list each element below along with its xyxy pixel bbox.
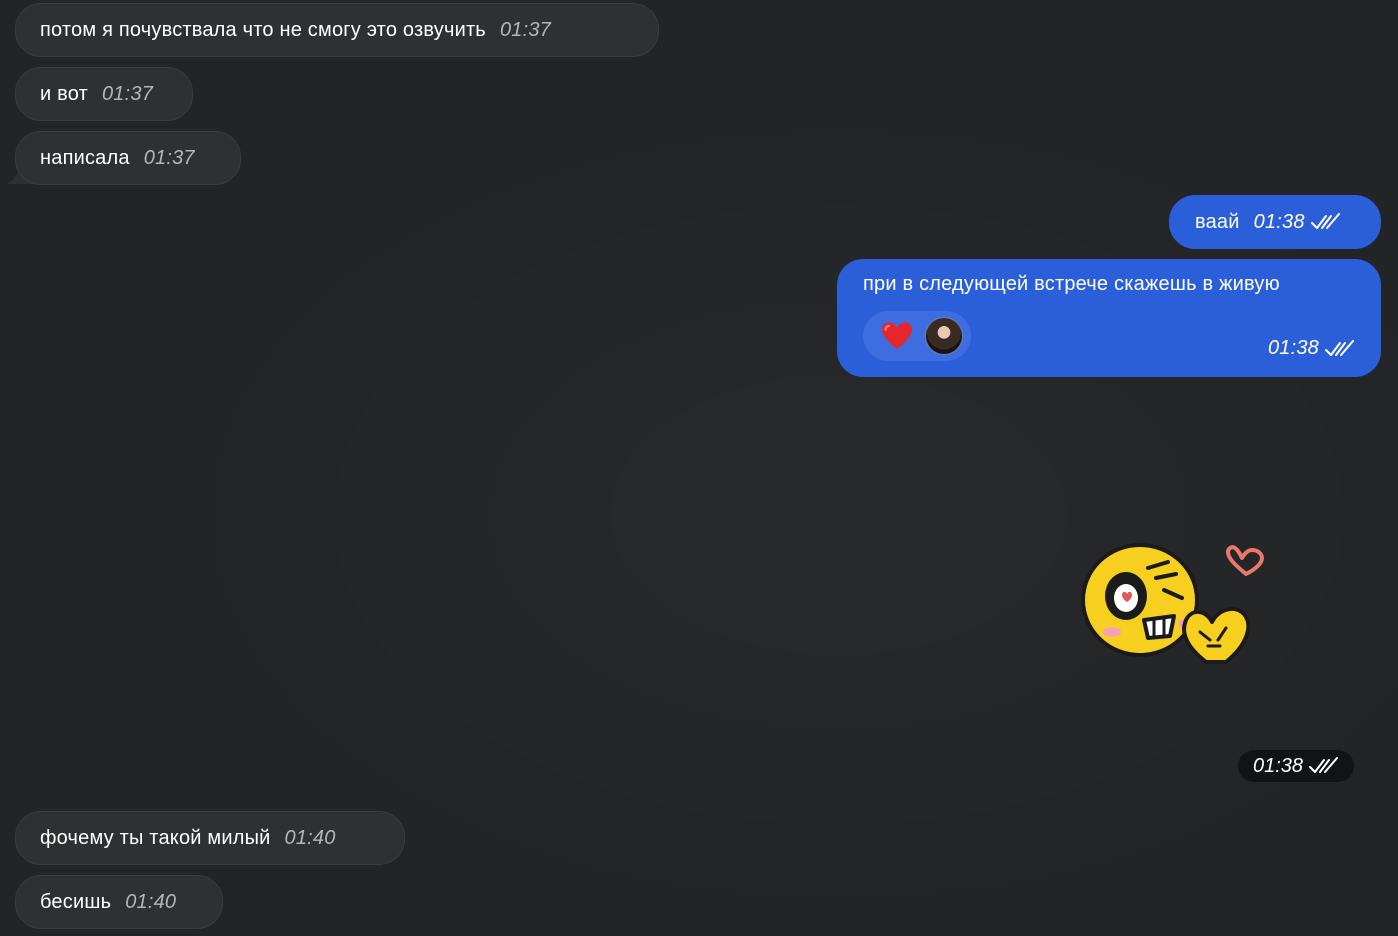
message-text: написала — [40, 146, 130, 169]
incoming-message[interactable]: потом я почувствала что не смогу это озв… — [15, 3, 659, 57]
double-check-icon — [1325, 339, 1354, 356]
message-text: бесишь — [40, 890, 112, 913]
message-time: 01:37 — [499, 18, 551, 41]
message-text: и вот — [40, 82, 88, 105]
message-time: 01:37 — [101, 82, 154, 105]
incoming-message[interactable]: фочему ты такой милый 01:40 — [15, 811, 405, 865]
message-time: 01:38 — [1252, 754, 1304, 777]
sticker-time-badge: 01:38 — [1238, 750, 1354, 782]
yellow-face-heart-hands-sticker[interactable] — [1078, 528, 1274, 668]
message-time: 01:37 — [143, 146, 195, 169]
avatar[interactable] — [925, 317, 963, 355]
outgoing-message[interactable]: при в следующей встрече скажешь в живую … — [837, 259, 1381, 377]
incoming-message[interactable]: бесишь 01:40 — [15, 875, 223, 929]
message-text: потом я почувствала что не смогу это озв… — [40, 18, 486, 41]
chat-area: потом я почувствала что не смогу это озв… — [0, 0, 1398, 936]
incoming-message[interactable]: и вот 01:37 — [15, 67, 193, 121]
heart-icon — [882, 322, 912, 349]
message-time: 01:40 — [284, 826, 336, 849]
reaction-pill[interactable] — [863, 311, 971, 361]
incoming-message[interactable]: написала 01:37 — [15, 131, 241, 185]
message-time: 01:38 — [1253, 210, 1305, 233]
message-time: 01:38 — [1267, 337, 1319, 359]
message-time: 01:40 — [125, 890, 177, 913]
outgoing-message[interactable]: ваай 01:38 — [1169, 195, 1381, 249]
message-text: при в следующей встрече скажешь в живую — [863, 273, 1280, 295]
double-check-icon — [1310, 213, 1340, 229]
message-text: фочему ты такой милый — [40, 826, 271, 849]
message-text: ваай — [1195, 210, 1240, 233]
double-check-icon — [1309, 757, 1339, 773]
